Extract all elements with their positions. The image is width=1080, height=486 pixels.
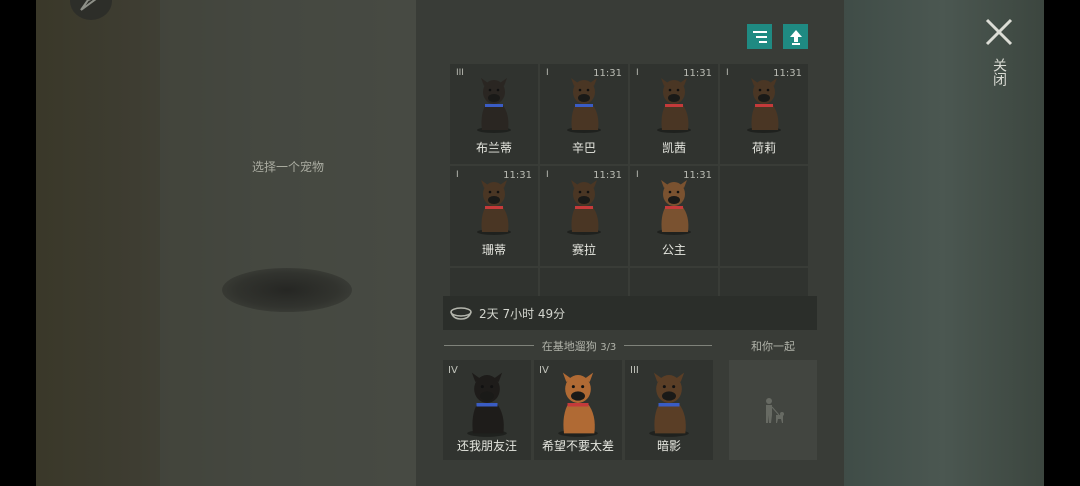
dog-icon	[649, 372, 689, 437]
pet-level: III	[456, 68, 464, 78]
pet-slot[interactable]: I 11:31 公主	[630, 166, 718, 266]
pet-level: I	[456, 170, 459, 180]
pet-slot[interactable]: I 11:31 辛巴	[540, 64, 628, 164]
pet-level: III	[630, 365, 639, 376]
pet-slot[interactable]: I 11:31 赛拉	[540, 166, 628, 266]
paper-plane-icon	[80, 0, 97, 11]
pet-level: I	[726, 68, 729, 78]
pet-slot[interactable]: III 布兰蒂	[450, 64, 538, 164]
empty-pet-slot[interactable]	[630, 268, 718, 296]
pet-name: 公主	[661, 243, 686, 257]
pet-level: I	[636, 68, 639, 78]
timer-text: 2天 7小时 49分	[479, 306, 566, 321]
pet-name: 辛巴	[571, 141, 596, 155]
pet-pedestal-shadow	[222, 268, 352, 312]
base-pet-slot[interactable]: IV 希望不要太差	[534, 360, 622, 460]
pet-level: I	[546, 68, 549, 78]
timer-bar: 2天 7小时 49分	[443, 296, 817, 330]
pet-name: 凯茜	[661, 141, 686, 155]
upload-button[interactable]	[783, 24, 808, 49]
pet-name: 还我朋友汪	[456, 439, 517, 453]
sort-button[interactable]	[747, 24, 772, 49]
pet-slot[interactable]: I 11:31 珊蒂	[450, 166, 538, 266]
empty-pet-slot[interactable]	[540, 268, 628, 296]
letterbox-right	[1044, 0, 1080, 486]
pet-name: 暗影	[656, 439, 681, 453]
close-label[interactable]: 关闭	[991, 58, 1007, 86]
base-walk-text: 在基地遛狗	[541, 340, 597, 353]
close-icon[interactable]	[984, 16, 1014, 48]
pet-level: I	[546, 170, 549, 180]
base-pet-slot[interactable]: IV 还我朋友汪	[443, 360, 531, 460]
dog-icon	[747, 78, 781, 133]
pet-name: 赛拉	[571, 243, 596, 257]
divider	[624, 345, 712, 346]
dog-icon	[558, 372, 598, 437]
food-bowl-icon	[450, 307, 472, 320]
dog-icon	[477, 78, 511, 133]
dog-icon	[477, 180, 511, 235]
with-you-label: 和你一起	[751, 340, 795, 353]
dog-icon	[657, 78, 691, 133]
base-walk-count: 3/3	[600, 342, 617, 353]
empty-pet-slot[interactable]	[720, 268, 808, 296]
pet-name: 珊蒂	[481, 243, 506, 257]
pet-name: 布兰蒂	[475, 141, 512, 155]
base-pet-slot[interactable]: III 暗影	[625, 360, 713, 460]
pet-slot[interactable]: I 11:31 荷莉	[720, 64, 808, 164]
dog-icon	[657, 180, 691, 235]
pet-preview-pane	[160, 0, 416, 486]
dog-icon	[567, 78, 601, 133]
letterbox-left	[0, 0, 36, 486]
upload-icon	[789, 29, 802, 45]
pet-name: 希望不要太差	[541, 439, 614, 453]
empty-pet-slot[interactable]	[450, 268, 538, 296]
dog-icon	[467, 372, 507, 437]
person-with-dog-icon	[766, 398, 784, 423]
pet-slot[interactable]: I 11:31 凯茜	[630, 64, 718, 164]
pet-grid: III 布兰蒂 I 11:31 辛巴 I 11:31 凯茜 I 11:31 荷莉 I 11:31 珊蒂 I 1…	[450, 64, 810, 296]
base-walk-label: 在基地遛狗 3/3	[536, 338, 622, 354]
with-you-slot[interactable]	[729, 360, 817, 460]
pet-name: 荷莉	[751, 141, 776, 155]
divider	[444, 345, 534, 346]
sort-icon	[752, 30, 767, 43]
pet-level: I	[636, 170, 639, 180]
empty-pet-slot[interactable]	[720, 166, 808, 266]
select-pet-hint: 选择一个宠物	[251, 160, 324, 174]
dog-icon	[567, 180, 601, 235]
